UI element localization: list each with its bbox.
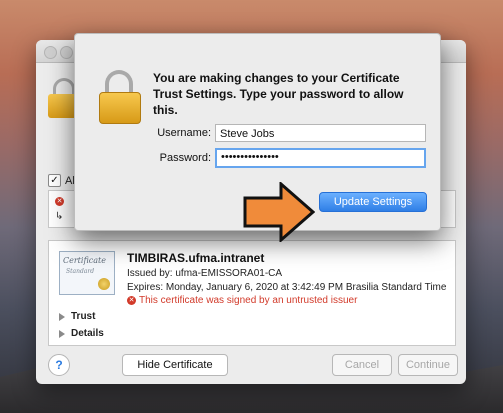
- trust-disclosure[interactable]: Trust: [59, 311, 95, 322]
- certificate-image-text: Certificate: [63, 256, 106, 265]
- seal-icon: [98, 278, 110, 290]
- close-window-button[interactable]: [44, 46, 57, 59]
- certificate-detail-panel: Certificate Standard TIMBIRAS.ufma.intra…: [48, 240, 456, 346]
- cancel-button[interactable]: Cancel: [332, 354, 392, 376]
- help-button[interactable]: ?: [48, 354, 70, 376]
- hide-certificate-button[interactable]: Hide Certificate: [122, 354, 228, 376]
- chain-row-error[interactable]: ✕: [55, 195, 64, 206]
- details-label: Details: [71, 328, 104, 339]
- details-disclosure[interactable]: Details: [59, 328, 104, 339]
- arrow-icon: [243, 182, 315, 242]
- certificate-image: Certificate Standard: [59, 251, 115, 295]
- disclosure-icon: [59, 312, 65, 321]
- certificate-error: ✕ This certificate was signed by an untr…: [127, 295, 357, 306]
- certificate-name: TIMBIRAS.ufma.intranet: [127, 251, 265, 265]
- chain-row-child[interactable]: ↳: [55, 211, 63, 222]
- error-text: This certificate was signed by an untrus…: [139, 295, 358, 306]
- expires: Expires: Monday, January 6, 2020 at 3:42…: [127, 282, 447, 293]
- disclosure-icon: [59, 329, 65, 338]
- dialog-message: You are making changes to your Certifica…: [153, 71, 404, 117]
- trust-label: Trust: [71, 311, 96, 322]
- update-settings-button[interactable]: Update Settings: [319, 192, 427, 212]
- sheet-button-bar: ? Hide Certificate Cancel Continue: [36, 344, 466, 384]
- authentication-dialog: You are making changes to your Certifica…: [74, 33, 441, 242]
- username-label: Username:: [157, 127, 211, 139]
- password-label: Password:: [159, 152, 211, 164]
- certificate-image-subtext: Standard: [66, 268, 95, 275]
- error-icon: ✕: [55, 197, 64, 206]
- error-icon: ✕: [127, 296, 136, 305]
- issued-by: Issued by: ufma-EMISSORA01-CA: [127, 268, 283, 279]
- continue-button[interactable]: Continue: [398, 354, 458, 376]
- username-field[interactable]: Steve Jobs: [215, 124, 426, 142]
- checkbox-icon[interactable]: ✓: [48, 174, 61, 187]
- minimize-window-button[interactable]: [60, 46, 73, 59]
- password-field[interactable]: •••••••••••••••: [215, 148, 426, 168]
- lock-icon: [99, 70, 141, 124]
